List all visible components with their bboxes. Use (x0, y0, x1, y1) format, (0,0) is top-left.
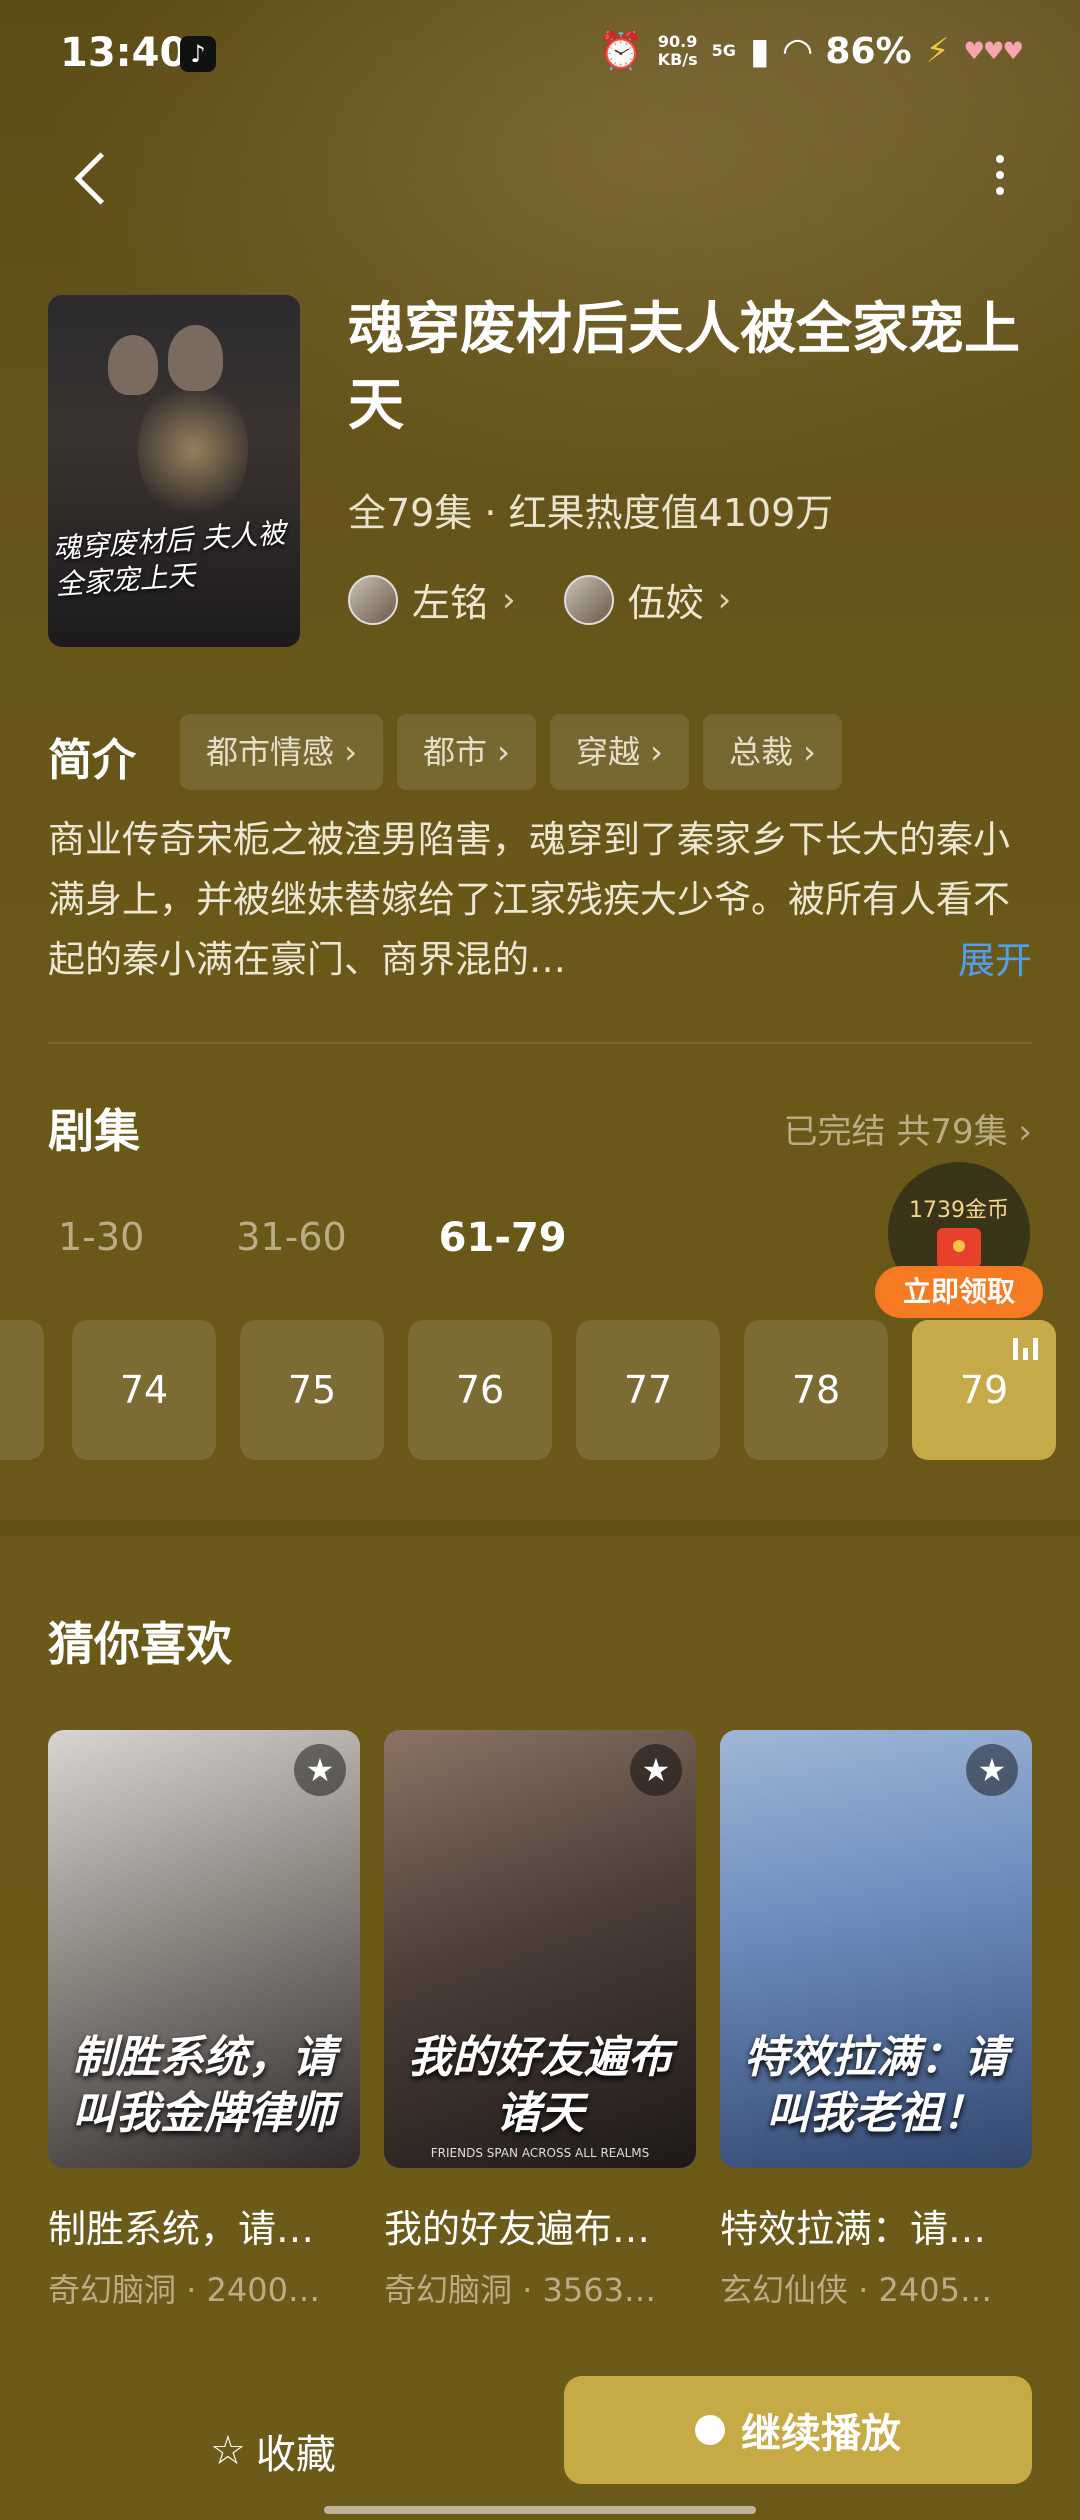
tag-button[interactable]: 穿越 › (549, 714, 689, 790)
recommend-card[interactable]: ★ 特效拉满：请叫我老祖！ 特效拉满：请… 玄幻仙侠 · 2405… (720, 1730, 1032, 2311)
episode-item[interactable]: 76 (408, 1320, 552, 1460)
section-divider (0, 1520, 1080, 1536)
battery-level: 86% (825, 30, 912, 72)
episode-item[interactable] (0, 1320, 44, 1460)
episode-number: 79 (959, 1368, 1009, 1412)
poster-glow (138, 375, 248, 525)
avatar (348, 574, 398, 625)
drama-title: 魂穿废材后夫人被全家宠上天 (348, 297, 1020, 438)
chevron-right-icon: › (717, 579, 732, 620)
cover-title-text: 我的好友遍布诸天 (408, 2032, 672, 2139)
net-speed: 90.9 KB/s (658, 33, 698, 69)
tag-list: 都市情感 › 都市 › 穿越 › 总裁 › (180, 714, 842, 790)
poster-title-text: 魂穿废材后 夫人被全家宠上天 (51, 516, 287, 602)
recommend-cover: ★ 特效拉满：请叫我老祖！ (720, 1730, 1032, 2168)
tag-label: 都市 (422, 733, 487, 771)
episode-item[interactable]: 77 (576, 1320, 720, 1460)
recommend-meta: 玄幻仙侠 · 2405… (720, 2271, 992, 2309)
back-button[interactable] (70, 150, 120, 210)
tiktok-icon: ♪ (180, 36, 216, 72)
signal-icon: ▮ (749, 30, 770, 72)
episode-item[interactable]: 74 (72, 1320, 216, 1460)
divider (48, 1042, 1032, 1044)
expand-button[interactable]: 展开 (958, 930, 1032, 984)
alarm-icon: ⏰ (598, 31, 644, 72)
actor-link[interactable]: 左铭 › (348, 572, 516, 627)
cover-title-text: 制胜系统，请叫我金牌律师 (72, 2032, 336, 2139)
recommend-cover: ★ 我的好友遍布诸天 FRIENDS SPAN ACROSS ALL REALM… (384, 1730, 696, 2168)
net-speed-value: 90.9 (657, 32, 698, 51)
tag-label: 都市情感 (206, 733, 335, 771)
actor-list: 左铭 › 伍姣 › (348, 572, 731, 627)
recommend-card[interactable]: ★ 我的好友遍布诸天 FRIENDS SPAN ACROSS ALL REALM… (384, 1730, 696, 2311)
tag-label: 总裁 (728, 733, 793, 771)
favorite-button[interactable]: ☆ 收藏 (210, 2422, 336, 2480)
description-text: 商业传奇宋栀之被渣男陷害，魂穿到了秦家乡下长大的秦小满身上，并被继妹替嫁给了江家… (48, 818, 1010, 981)
recommend-title: 制胜系统，请… (48, 2207, 315, 2251)
wifi-icon: ◠ (783, 30, 812, 72)
red-envelope-icon (937, 1228, 981, 1268)
status-icons: ⏰ 90.9 KB/s 5G ▮ ◠ 86% ⚡ ♥♥♥ (598, 30, 1024, 73)
status-bar: 13:40 ♪ ⏰ 90.9 KB/s 5G ▮ ◠ 86% ⚡ ♥♥♥ (0, 0, 1080, 110)
tab-range-61-79[interactable]: 61-79 (439, 1215, 567, 1261)
recommend-heading: 猜你喜欢 (48, 1617, 232, 1671)
recommend-title: 特效拉满：请… (720, 2207, 987, 2251)
hearts-icon: ♥♥♥ (963, 37, 1024, 65)
playing-icon (1013, 1336, 1038, 1360)
episodes-status: 已完结 共79集 (783, 1112, 1008, 1152)
episodes-heading: 剧集 (48, 1104, 140, 1158)
episodes-status-link[interactable]: 已完结 共79集 › (784, 1104, 1032, 1153)
tag-label: 穿越 (575, 733, 640, 771)
star-outline-icon: ☆ (210, 2428, 246, 2474)
chevron-right-icon: › (502, 579, 516, 620)
intro-heading: 简介 (48, 735, 136, 786)
tag-button[interactable]: 总裁 › (702, 714, 842, 790)
recommend-card[interactable]: ★ 制胜系统，请叫我金牌律师 制胜系统，请… 奇幻脑洞 · 2400… (48, 1730, 360, 2311)
bottom-bar: ☆ 收藏 继续播放 (0, 2350, 1080, 2520)
actor-name: 左铭 (412, 581, 489, 625)
episode-item-current[interactable]: 79 (912, 1320, 1056, 1460)
episode-item[interactable]: 78 (744, 1320, 888, 1460)
favorite-star-icon[interactable]: ★ (294, 1744, 346, 1796)
poster-figure (108, 335, 158, 395)
status-time: 13:40 (60, 30, 188, 76)
recommend-title: 我的好友遍布… (384, 2207, 651, 2251)
network-type: 5G (711, 41, 736, 60)
drama-poster[interactable]: 魂穿废材后 夫人被全家宠上天 (48, 295, 300, 647)
favorite-label: 收藏 (255, 2432, 336, 2478)
charging-icon: ⚡ (925, 31, 950, 71)
more-options-icon[interactable] (990, 155, 1010, 205)
drama-meta: 全79集 · 红果热度值4109万 (348, 491, 834, 535)
favorite-star-icon[interactable]: ★ (630, 1744, 682, 1796)
actor-name: 伍姣 (627, 581, 704, 625)
tab-range-31-60[interactable]: 31-60 (236, 1215, 346, 1261)
favorite-star-icon[interactable]: ★ (966, 1744, 1018, 1796)
net-speed-unit: KB/s (657, 50, 698, 69)
continue-play-button[interactable]: 继续播放 (564, 2376, 1032, 2484)
cover-subtitle: FRIENDS SPAN ACROSS ALL REALMS (430, 2146, 650, 2160)
poster-figure (168, 325, 223, 391)
tab-range-1-30[interactable]: 1-30 (58, 1215, 144, 1261)
tag-button[interactable]: 都市 › (396, 714, 536, 790)
recommend-meta: 奇幻脑洞 · 3563… (384, 2271, 656, 2309)
cover-title-text: 特效拉满：请叫我老祖！ (744, 2032, 1008, 2139)
reward-amount: 1739金币 (909, 1198, 1009, 1223)
range-tabs: 1-30 31-60 61-79 (58, 1215, 567, 1261)
recommend-meta: 奇幻脑洞 · 2400… (48, 2271, 320, 2309)
avatar (563, 574, 614, 625)
tag-button[interactable]: 都市情感 › (180, 714, 383, 790)
actor-link[interactable]: 伍姣 › (563, 572, 732, 627)
episode-item[interactable]: 75 (240, 1320, 384, 1460)
play-label: 继续播放 (741, 2411, 901, 2457)
episode-list: 74 75 76 77 78 79 (0, 1320, 1080, 1460)
recommend-cover: ★ 制胜系统，请叫我金牌律师 (48, 1730, 360, 2168)
play-icon (695, 2415, 725, 2445)
home-indicator[interactable] (324, 2506, 756, 2514)
claim-reward-button[interactable]: 立即领取 (875, 1266, 1043, 1318)
